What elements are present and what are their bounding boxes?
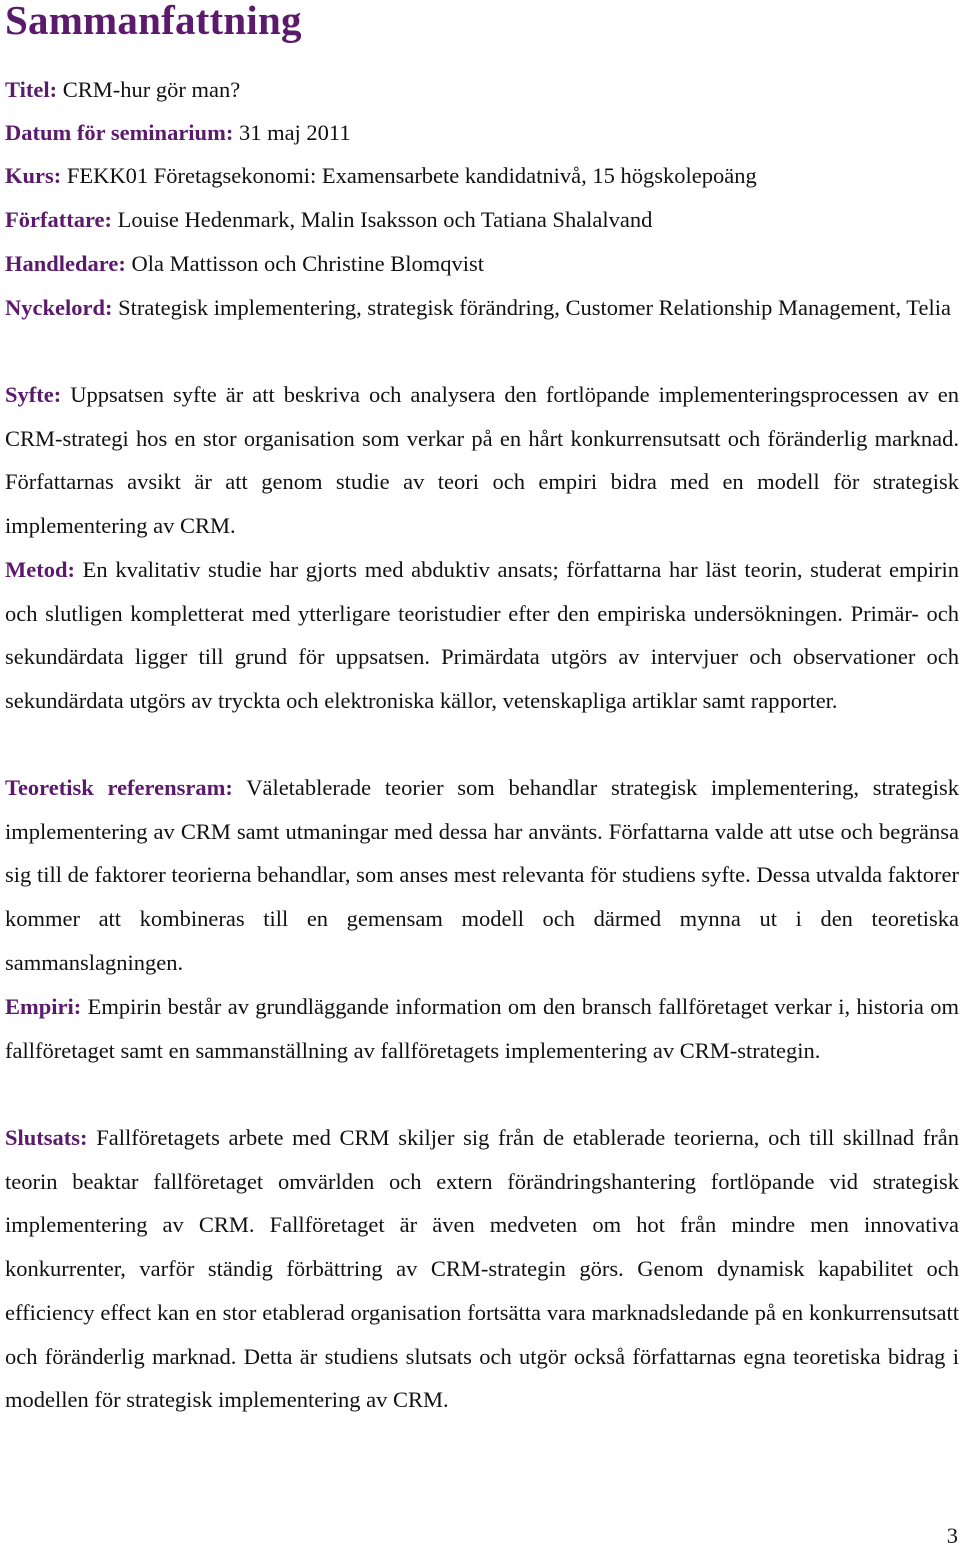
field-label: Syfte:: [5, 382, 62, 407]
field-text: Ola Mattisson och Christine Blomqvist: [131, 251, 484, 276]
field-label: Datum för seminarium:: [5, 120, 234, 145]
field-handledare: Handledare: Ola Mattisson och Christine …: [5, 242, 959, 286]
field-text: Fallföretagets arbete med CRM skiljer si…: [5, 1125, 959, 1413]
field-label: Författare:: [5, 207, 113, 232]
field-label: Nyckelord:: [5, 295, 113, 320]
field-label: Metod:: [5, 557, 75, 582]
field-text: 31 maj 2011: [238, 120, 351, 145]
field-teoretisk-referensram: Teoretisk referensram: Väletablerade teo…: [5, 766, 959, 985]
field-label: Empiri:: [5, 994, 82, 1019]
field-forfattare: Författare: Louise Hedenmark, Malin Isak…: [5, 198, 959, 242]
field-syfte: Syfte: Uppsatsen syfte är att beskriva o…: [5, 373, 959, 548]
field-text: Uppsatsen syfte är att beskriva och anal…: [5, 382, 960, 539]
page-heading: Sammanfattning: [5, 0, 302, 43]
page-number: 3: [946, 1523, 958, 1548]
field-label: Kurs:: [5, 163, 62, 188]
field-empiri: Empiri: Empirin består av grundläggande …: [5, 985, 959, 1072]
field-text: Strategisk implementering, strategisk fö…: [118, 295, 951, 320]
field-text: CRM-hur gör man?: [62, 77, 241, 102]
field-nyckelord: Nyckelord: Strategisk implementering, st…: [5, 286, 959, 330]
field-kurs: Kurs: FEKK01 Företagsekonomi: Examensarb…: [5, 154, 959, 198]
field-label: Handledare:: [5, 251, 126, 276]
field-label: Slutsats:: [5, 1125, 88, 1150]
field-text: Väletablerade teorier som behandlar stra…: [5, 775, 960, 975]
field-slutsats: Slutsats: Fallföretagets arbete med CRM …: [5, 1116, 959, 1422]
field-titel: Titel: CRM-hur gör man?: [5, 68, 959, 112]
field-label: Teoretisk referensram:: [5, 775, 233, 800]
field-text: FEKK01 Företagsekonomi: Examensarbete ka…: [66, 163, 757, 188]
field-text: En kvalitativ studie har gjorts med abdu…: [5, 557, 959, 714]
field-text: Empirin består av grundläggande informat…: [5, 994, 959, 1063]
field-metod: Metod: En kvalitativ studie har gjorts m…: [5, 548, 959, 723]
field-label: Titel:: [5, 77, 58, 102]
field-datum: Datum för seminarium: 31 maj 2011: [5, 111, 959, 155]
field-text: Louise Hedenmark, Malin Isaksson och Tat…: [117, 207, 653, 232]
